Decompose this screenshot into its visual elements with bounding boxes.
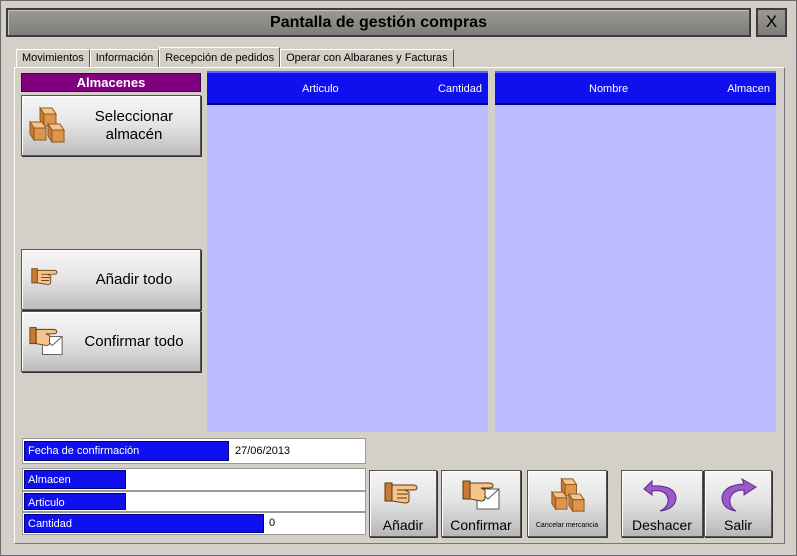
deshacer-label: Deshacer [632, 517, 692, 533]
cancelar-mercancia-label: Cancelar mercancia [535, 522, 599, 529]
tab-informacion[interactable]: Información [89, 49, 160, 67]
confirm-hand-icon [29, 327, 63, 355]
purchase-management-window: Pantalla de gestión compras X Movimiento… [0, 0, 797, 556]
col-nombre-header[interactable]: Nombre [589, 83, 628, 95]
confirm-hand-icon [462, 480, 500, 510]
anadir-button[interactable]: Añadir [369, 470, 437, 537]
pointing-hand-icon [384, 482, 418, 504]
tab-bar: Movimientos Información Recepción de ped… [16, 47, 454, 68]
tab-movimientos[interactable]: Movimientos [16, 49, 90, 67]
salir-label: Salir [723, 517, 752, 533]
confirmar-button[interactable]: Confirmar [441, 470, 521, 537]
almacen-label: Almacen [24, 470, 126, 489]
deshacer-button[interactable]: Deshacer [621, 470, 703, 537]
window-title: Pantalla de gestión compras [270, 14, 487, 31]
names-list-header: Nombre Almacen [495, 71, 776, 105]
salir-button[interactable]: Salir [704, 470, 772, 537]
cantidad-value: 0 [269, 517, 276, 529]
col-articulo-header[interactable]: Articulo [302, 83, 339, 95]
undo-arrow-icon [643, 479, 677, 512]
add-all-button[interactable]: Añadir todo [21, 249, 201, 310]
articulo-label: Articulo [24, 493, 126, 510]
exit-arrow-icon [721, 477, 757, 512]
confirm-all-button[interactable]: Confirmar todo [21, 311, 201, 372]
select-warehouse-label: Seleccionar almacén [94, 107, 174, 143]
boxes-icon [29, 106, 65, 144]
select-warehouse-button[interactable]: Seleccionar almacén [21, 95, 201, 156]
title-bar: Pantalla de gestión compras [6, 8, 751, 37]
fecha-confirmacion-value: 27/06/2013 [235, 445, 291, 457]
names-list[interactable]: Nombre Almacen [495, 71, 776, 432]
cancelar-mercancia-button[interactable]: Cancelar mercancia [527, 470, 607, 537]
boxes-icon [550, 477, 585, 513]
fecha-confirmacion-label: Fecha de confirmación [24, 441, 229, 461]
anadir-label: Añadir [382, 517, 424, 533]
articles-list[interactable]: Articulo Cantidad [207, 71, 488, 432]
col-cantidad-header[interactable]: Cantidad [438, 83, 482, 95]
col-almacen-header[interactable]: Almacen [727, 83, 770, 95]
tab-recepcion-pedidos[interactable]: Recepción de pedidos [159, 47, 281, 68]
almacenes-header: Almacenes [21, 73, 201, 92]
close-button[interactable]: X [756, 8, 787, 37]
cantidad-field[interactable]: Cantidad 0 [22, 512, 366, 535]
cantidad-label: Cantidad [24, 514, 264, 533]
confirmar-label: Confirmar [450, 517, 512, 533]
add-all-label: Añadir todo [95, 270, 173, 288]
fecha-confirmacion-field[interactable]: Fecha de confirmación 27/06/2013 [22, 438, 366, 464]
almacen-field[interactable]: Almacen [22, 468, 366, 491]
articulo-field[interactable]: Articulo [22, 491, 366, 512]
pointing-hand-icon [31, 268, 58, 285]
articles-list-header: Articulo Cantidad [207, 71, 488, 105]
confirm-all-label: Confirmar todo [84, 332, 184, 350]
tab-albaranes-facturas[interactable]: Operar con Albaranes y Facturas [280, 49, 454, 67]
